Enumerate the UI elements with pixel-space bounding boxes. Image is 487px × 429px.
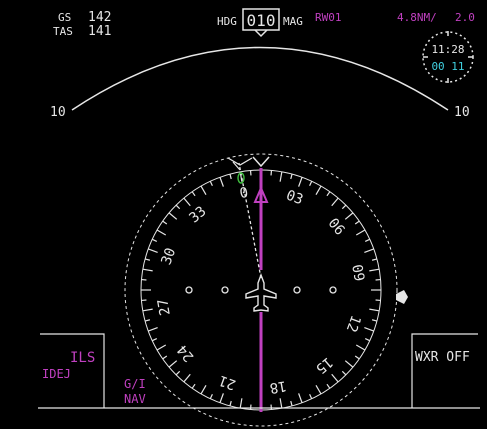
- compass-tick: [326, 191, 331, 197]
- compass-tick: [364, 338, 371, 342]
- compass-tick: [341, 370, 347, 376]
- compass-tick: [371, 319, 378, 322]
- aircraft-symbol-icon: [245, 273, 277, 312]
- compass-label: 27: [155, 297, 174, 316]
- compass-tick: [156, 229, 167, 236]
- tas-value: 141: [88, 24, 111, 39]
- compass-tick: [355, 229, 366, 236]
- nav-source-line2: NAV: [124, 392, 146, 406]
- compass-tick: [369, 268, 380, 272]
- compass-tick: [229, 400, 232, 407]
- compass-tick: [315, 185, 322, 196]
- compass-tick: [298, 393, 303, 403]
- compass-tick: [344, 212, 354, 220]
- compass-tick: [309, 180, 313, 187]
- compass-tick: [331, 373, 339, 383]
- compass-tick: [315, 384, 322, 395]
- compass-tick: [341, 204, 347, 210]
- tas-label: TAS: [53, 25, 73, 38]
- bearing-pointer-icon: [238, 162, 262, 279]
- compass-label: 0: [238, 185, 249, 202]
- gs-value: 142: [88, 10, 111, 25]
- compass-tick: [326, 383, 331, 389]
- heading-value: 010: [247, 11, 276, 30]
- compass-tick: [290, 400, 293, 407]
- compass-tick: [148, 327, 158, 332]
- compass-label: 33: [186, 203, 209, 226]
- clock-elapsed: 00 11: [431, 60, 464, 73]
- compass-tick: [175, 204, 181, 210]
- compass-tick: [162, 220, 168, 225]
- waypoint-time: 2.0: [455, 11, 475, 24]
- compass-label: 12: [343, 313, 364, 334]
- compass-tick: [354, 355, 360, 360]
- compass-tick: [175, 370, 181, 376]
- compass-tick: [298, 177, 303, 187]
- compass-tick: [191, 383, 196, 389]
- heading-bug-icon: [252, 156, 270, 168]
- compass-tick: [162, 355, 168, 360]
- compass-tick: [148, 248, 158, 253]
- waypoint-name: RW01: [315, 11, 342, 24]
- compass-tick: [239, 398, 243, 409]
- right-info-box: [411, 333, 478, 408]
- compass-tick: [309, 393, 313, 400]
- compass-tick: [142, 308, 153, 312]
- compass-label: 18: [268, 377, 287, 396]
- range-arc: [71, 46, 449, 111]
- compass-tick: [229, 173, 232, 180]
- waypoint-distance: 4.8NM/: [397, 11, 437, 24]
- compass-tick: [142, 268, 153, 272]
- gs-label: GS: [58, 11, 71, 24]
- compass-tick: [156, 344, 167, 351]
- range-label-left: 10: [50, 105, 66, 120]
- compass-tick: [151, 338, 158, 342]
- compass-tick: [369, 308, 380, 312]
- navigation-display: GS 142 TAS 141 HDG 010 MAG RW01 4.8NM/ 2…: [38, 8, 480, 427]
- hdg-label: HDG: [217, 15, 237, 28]
- compass-tick: [183, 197, 191, 207]
- compass-tick: [144, 319, 151, 322]
- compass-label: 24: [174, 341, 197, 364]
- compass-tick: [144, 258, 151, 261]
- compass-tick: [168, 212, 178, 220]
- compass-label: 03: [284, 188, 305, 209]
- compass-tick: [209, 393, 213, 400]
- compass-tick: [364, 238, 371, 242]
- compass-label: 30: [159, 246, 180, 267]
- weather-radar-status: WXR OFF: [415, 350, 470, 365]
- compass-label: 21: [217, 372, 238, 393]
- nav-source-line1: G/I: [124, 377, 146, 391]
- compass-tick: [219, 393, 224, 403]
- compass-tick: [354, 220, 360, 225]
- clock-icon: [422, 31, 474, 83]
- compass-tick: [183, 373, 191, 383]
- wind-arrow-icon: [396, 290, 408, 304]
- compass-tick: [364, 327, 374, 332]
- compass-label: 09: [348, 263, 367, 282]
- compass-tick: [290, 173, 293, 180]
- compass-tick: [355, 344, 366, 351]
- compass-label: 15: [312, 354, 335, 377]
- compass-label: 06: [325, 215, 348, 238]
- compass-tick: [364, 248, 374, 253]
- compass-tick: [219, 177, 224, 187]
- compass-tick: [200, 384, 207, 395]
- compass-tick: [168, 360, 178, 368]
- compass-tick: [344, 360, 354, 368]
- compass-tick: [331, 197, 339, 207]
- deviation-scale: [185, 286, 337, 294]
- compass-tick: [371, 258, 378, 261]
- range-label-right: 10: [454, 105, 470, 120]
- ils-ident: IDEJ: [42, 367, 71, 381]
- compass-tick: [279, 171, 283, 182]
- compass-tick: [209, 180, 213, 187]
- compass-tick: [151, 238, 158, 242]
- compass-tick: [279, 398, 283, 409]
- approach-mode: ILS: [70, 350, 95, 366]
- mag-label: MAG: [283, 15, 303, 28]
- clock-time: 11:28: [431, 43, 464, 56]
- compass-tick: [191, 191, 196, 197]
- compass-tick: [200, 185, 207, 196]
